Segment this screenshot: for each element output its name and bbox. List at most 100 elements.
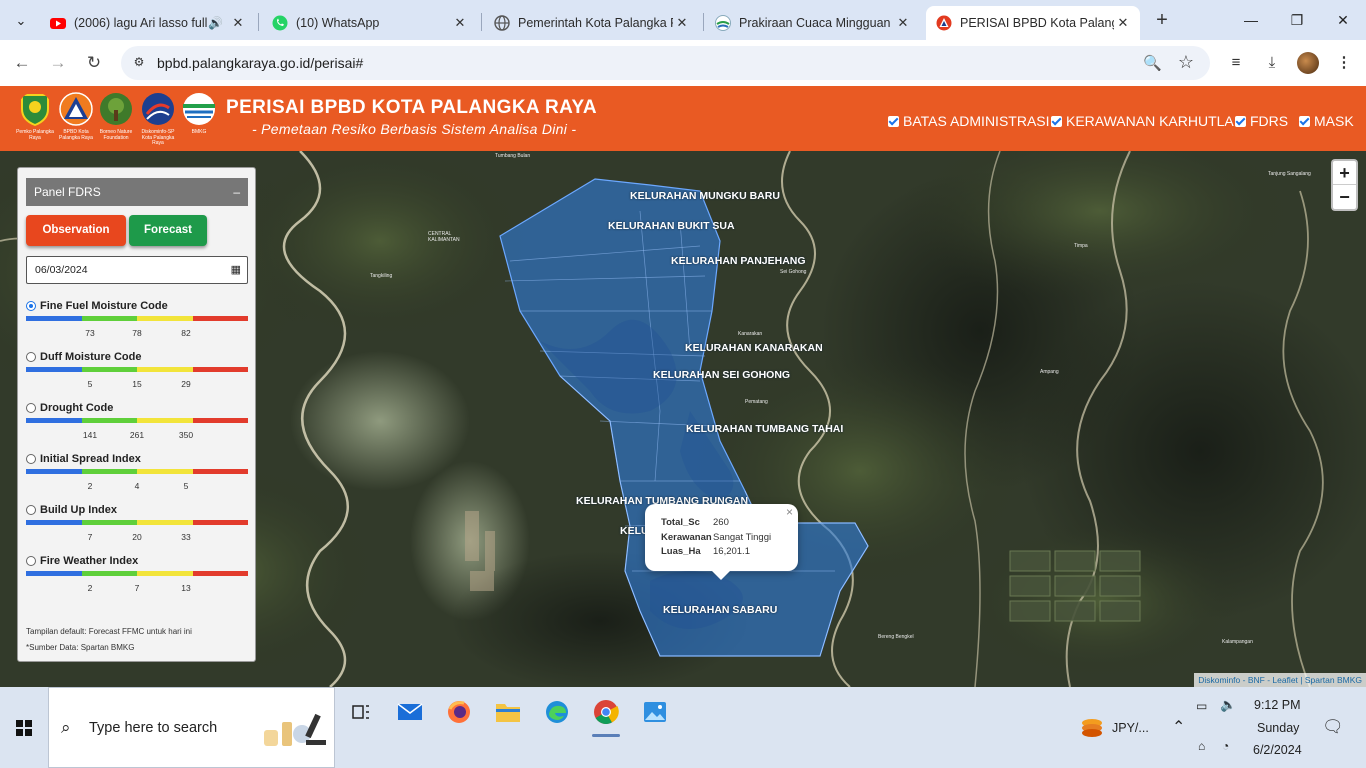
forward-button[interactable]: → (46, 51, 70, 75)
address-bar[interactable]: ⚙ bpbd.palangkaraya.go.id/perisai# 🔍 ☆ (121, 46, 1210, 80)
radio-button[interactable] (26, 352, 36, 362)
mail-app[interactable] (393, 697, 427, 727)
tab-perisai[interactable]: PERISAI BPBD Kota Palangka ✕ (926, 6, 1140, 40)
reload-button[interactable]: ↻ (82, 51, 106, 75)
fdrs-index-label[interactable]: Drought Code (40, 402, 113, 414)
fdrs-index-label[interactable]: Build Up Index (40, 504, 117, 516)
speaker-icon[interactable]: 🔊 (208, 16, 223, 30)
file-explorer-app[interactable] (491, 697, 525, 727)
layer-label: BATAS ADMINISTRASI (903, 113, 1050, 129)
fdrs-index-option[interactable]: Duff Moisture Code 5 15 29 (26, 351, 248, 396)
kelurahan-label[interactable]: KELURAHAN KANARAKAN (685, 342, 823, 354)
radio-button[interactable] (26, 301, 36, 311)
fdrs-index-option[interactable]: Fire Weather Index 2 7 13 (26, 555, 248, 600)
clock-date[interactable]: 6/2/2024 (1253, 743, 1302, 757)
url-text[interactable]: bpbd.palangkaraya.go.id/perisai# (157, 55, 363, 71)
close-icon[interactable]: ✕ (1114, 15, 1132, 31)
site-header: Pemko Palangka Raya BPBD Kota Palangka R… (0, 86, 1366, 151)
close-window-button[interactable]: ✕ (1328, 8, 1358, 32)
kelurahan-label[interactable]: KELURAHAN TUMBANG TAHAI (686, 423, 843, 435)
meet-now-icon[interactable]: ⌂ (1198, 739, 1205, 753)
browser-toolbar: ← → ↻ ⚙ bpbd.palangkaraya.go.id/perisai#… (0, 40, 1366, 86)
close-icon[interactable]: ✕ (229, 15, 247, 31)
calendar-icon[interactable]: ▦ (231, 257, 241, 283)
edge-app[interactable] (540, 697, 574, 727)
tab-search-chevron-icon[interactable]: ⌄ (8, 8, 34, 34)
download-icon[interactable]: ⤓ (1261, 52, 1283, 74)
kelurahan-label[interactable]: KELURAHAN MUNGKU BARU (630, 190, 780, 202)
firefox-app[interactable] (442, 697, 476, 727)
layer-toggle-kerawanan-karhutla[interactable]: KERAWANAN KARHUTLA (1051, 113, 1234, 129)
radio-button[interactable] (26, 403, 36, 413)
wifi-icon[interactable]: ◔ (1222, 739, 1229, 753)
chrome-app[interactable] (589, 697, 623, 737)
place-label: Timpa (1074, 243, 1088, 249)
kelurahan-label[interactable]: KELURAHAN PANJEHANG (671, 255, 806, 267)
layer-toggle-mask[interactable]: MASK (1299, 113, 1354, 129)
chrome-icon (594, 700, 619, 725)
checkbox[interactable] (1235, 115, 1246, 127)
restore-button[interactable]: ❐ (1282, 8, 1312, 32)
fdrs-index-option[interactable]: Build Up Index 7 20 33 (26, 504, 248, 549)
whatsapp-icon (272, 15, 288, 31)
observation-button[interactable]: Observation (26, 215, 126, 246)
color-scale-segment (192, 367, 248, 372)
popup-close-button[interactable]: × (786, 505, 793, 519)
tab-pemerintah[interactable]: Pemerintah Kota Palangka R ✕ (484, 6, 699, 40)
kelurahan-label[interactable]: KELURAHAN SABARU (663, 604, 777, 616)
tab-youtube[interactable]: (2006) lagu Ari lasso full 🔊 ✕ (40, 6, 255, 40)
panel-collapse-button[interactable]: – (233, 178, 240, 206)
date-input[interactable]: 06/03/2024 ▦ (26, 256, 248, 284)
fdrs-index-label[interactable]: Initial Spread Index (40, 453, 141, 465)
minimize-button[interactable]: — (1236, 8, 1266, 32)
profile-avatar[interactable] (1297, 52, 1319, 74)
radio-button[interactable] (26, 454, 36, 464)
fdrs-index-option[interactable]: Initial Spread Index 2 4 5 (26, 453, 248, 498)
checkbox[interactable] (1299, 115, 1310, 127)
media-control-icon[interactable]: ≡ (1225, 52, 1247, 74)
forecast-button[interactable]: Forecast (129, 215, 207, 246)
checkbox[interactable] (1051, 115, 1062, 127)
clock-time[interactable]: 9:12 PM (1254, 698, 1301, 712)
task-view-button[interactable] (344, 697, 378, 727)
site-settings-icon[interactable]: ⚙ (131, 55, 147, 71)
fdrs-index-label[interactable]: Duff Moisture Code (40, 351, 141, 363)
fdrs-index-label[interactable]: Fire Weather Index (40, 555, 138, 567)
photos-app[interactable] (638, 697, 672, 727)
layer-toggle-batas-administrasi[interactable]: BATAS ADMINISTRASI (888, 113, 1050, 129)
browser-menu-icon[interactable]: ⋮ (1333, 52, 1355, 74)
color-scale-segment (137, 367, 193, 372)
scale-tick-label: 261 (129, 430, 145, 440)
close-icon[interactable]: ✕ (894, 15, 912, 31)
kelurahan-label[interactable]: KELURAHAN SEI GOHONG (653, 369, 790, 381)
fdrs-index-option[interactable]: Drought Code 141 261 350 (26, 402, 248, 447)
zoom-in-button[interactable]: + (1333, 161, 1356, 185)
kelurahan-label[interactable]: KELURAHAN BUKIT SUA (608, 220, 735, 232)
back-button[interactable]: ← (10, 51, 34, 75)
close-icon[interactable]: ✕ (673, 15, 691, 31)
fdrs-index-label[interactable]: Fine Fuel Moisture Code (40, 300, 168, 312)
tray-overflow-chevron-icon[interactable]: ⌃ (1172, 717, 1185, 737)
browser-tab-strip: ⌄ (2006) lagu Ari lasso full 🔊 ✕ (10) Wh… (0, 0, 1366, 40)
start-button[interactable] (0, 687, 48, 768)
layer-toggle-fdrs[interactable]: FDRS (1235, 113, 1288, 129)
zoom-icon[interactable]: 🔍 (1143, 54, 1162, 72)
zoom-out-button[interactable]: − (1333, 185, 1356, 209)
tab-title: (2006) lagu Ari lasso full (74, 16, 208, 30)
close-icon[interactable]: ✕ (451, 15, 469, 31)
touchpad-icon[interactable]: ▭ (1196, 699, 1207, 713)
tab-cuaca[interactable]: Prakiraan Cuaca Mingguan | ✕ (705, 6, 920, 40)
radio-button[interactable] (26, 556, 36, 566)
clock-day[interactable]: Sunday (1257, 721, 1299, 735)
bookmark-star-icon[interactable]: ☆ (1178, 52, 1194, 73)
taskbar-search[interactable]: ⌕ Type here to search (48, 687, 335, 768)
new-tab-button[interactable]: + (1150, 9, 1174, 33)
tab-whatsapp[interactable]: (10) WhatsApp ✕ (262, 6, 477, 40)
fdrs-index-option[interactable]: Fine Fuel Moisture Code 73 78 82 (26, 300, 248, 345)
volume-icon[interactable]: 🔈 (1220, 697, 1236, 713)
notification-icon[interactable]: 🗨 (1322, 717, 1344, 737)
radio-button[interactable] (26, 505, 36, 515)
map-attribution[interactable]: Diskominfo - BNF - Leaflet | Spartan BMK… (1194, 673, 1366, 687)
checkbox[interactable] (888, 115, 899, 127)
widget-weather[interactable]: JPY/... (1080, 717, 1149, 739)
